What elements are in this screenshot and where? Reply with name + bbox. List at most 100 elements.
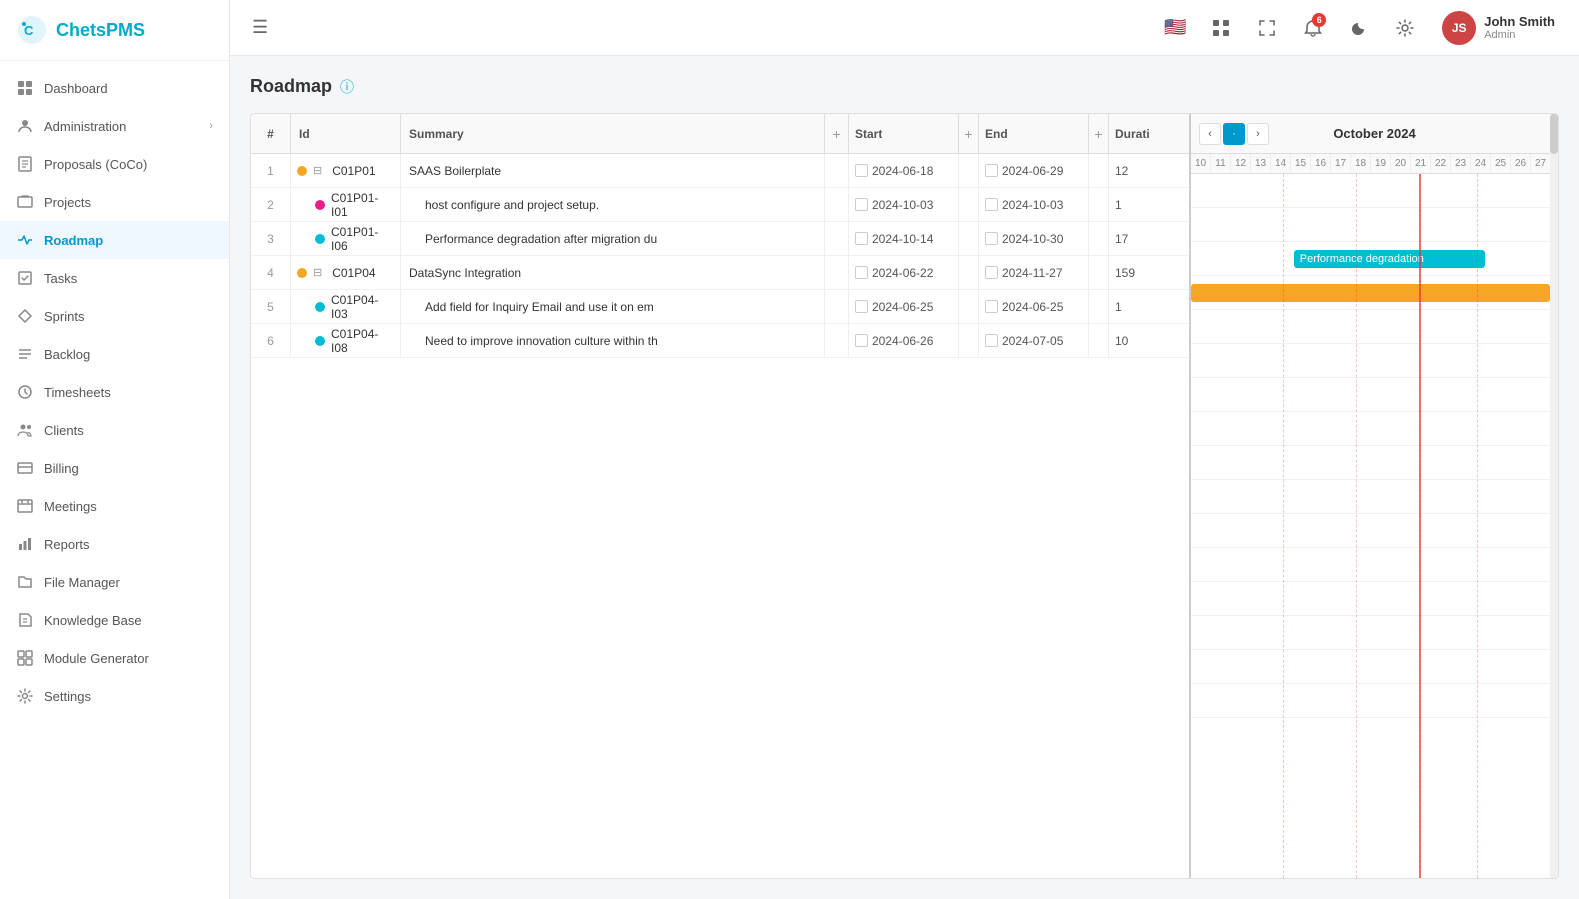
gantt-day-cell: 21 xyxy=(1411,154,1431,173)
language-selector[interactable]: 🇺🇸 xyxy=(1158,11,1192,45)
proposals-icon xyxy=(16,155,34,173)
gantt-chart-row xyxy=(1191,446,1558,480)
logo[interactable]: C ChetsPMS xyxy=(0,0,229,61)
sidebar-item-label: Settings xyxy=(44,689,213,704)
cell-add[interactable] xyxy=(825,290,849,323)
table-row[interactable]: 5 C01P04-I03 Add field for Inquiry Email… xyxy=(251,290,1189,324)
notification-badge: 6 xyxy=(1312,13,1326,27)
sidebar-item-meetings[interactable]: Meetings xyxy=(0,487,229,525)
page-title: Roadmap xyxy=(250,76,332,97)
user-profile-button[interactable]: JS John Smith Admin xyxy=(1434,7,1563,49)
table-body: 1 ⊟ C01P01 SAAS Boilerplate 2024-06-18 2… xyxy=(251,154,1189,878)
sidebar-item-sprints[interactable]: Sprints xyxy=(0,297,229,335)
sidebar-item-module-generator[interactable]: Module Generator xyxy=(0,639,229,677)
timesheets-icon xyxy=(16,383,34,401)
fullscreen-button[interactable] xyxy=(1250,11,1284,45)
sidebar-item-projects[interactable]: Projects xyxy=(0,183,229,221)
cell-summary: host configure and project setup. xyxy=(401,188,825,221)
cell-end: 2024-07-05 xyxy=(979,324,1089,357)
sidebar-item-administration[interactable]: Administration › xyxy=(0,107,229,145)
cell-summary: SAAS Boilerplate xyxy=(401,154,825,187)
table-row[interactable]: 2 C01P01-I01 host configure and project … xyxy=(251,188,1189,222)
sidebar-item-billing[interactable]: Billing xyxy=(0,449,229,487)
cell-num: 3 xyxy=(251,222,291,255)
gantt-chart-row xyxy=(1191,378,1558,412)
cell-add[interactable] xyxy=(825,256,849,289)
sidebar-item-label: Reports xyxy=(44,537,213,552)
cell-duration: 1 xyxy=(1109,188,1189,221)
table-row[interactable]: 6 C01P04-I08 Need to improve innovation … xyxy=(251,324,1189,358)
sidebar-item-label: Meetings xyxy=(44,499,213,514)
gantt-chart-row xyxy=(1191,650,1558,684)
menu-toggle-button[interactable]: ☰ xyxy=(246,11,274,44)
settings-icon xyxy=(16,687,34,705)
cell-id: C01P04-I03 xyxy=(291,290,401,323)
cell-end: 2024-10-30 xyxy=(979,222,1089,255)
gantt-day-cell: 20 xyxy=(1391,154,1411,173)
gantt-next-button[interactable]: › xyxy=(1247,123,1269,145)
gantt-chart-row: Performance degradation xyxy=(1191,242,1558,276)
sidebar-item-roadmap[interactable]: Roadmap xyxy=(0,221,229,259)
sidebar-item-label: Tasks xyxy=(44,271,213,286)
dark-mode-button[interactable] xyxy=(1342,11,1376,45)
gantt-bar-performance: Performance degradation xyxy=(1294,250,1485,268)
sidebar-item-proposals[interactable]: Proposals (CoCo) xyxy=(0,145,229,183)
gantt-today-button[interactable]: · xyxy=(1223,123,1245,145)
main-area: ☰ 🇺🇸 6 JS John Smith xyxy=(230,0,1579,899)
sidebar-item-file-manager[interactable]: File Manager xyxy=(0,563,229,601)
cell-add[interactable] xyxy=(825,154,849,187)
cell-duration: 17 xyxy=(1109,222,1189,255)
gantt-chart-row xyxy=(1191,514,1558,548)
info-icon[interactable]: ⓘ xyxy=(340,77,354,97)
cell-start-add xyxy=(959,222,979,255)
sidebar-item-settings[interactable]: Settings xyxy=(0,677,229,715)
table-row[interactable]: 3 C01P01-I06 Performance degradation aft… xyxy=(251,222,1189,256)
cell-start: 2024-10-14 xyxy=(849,222,959,255)
cell-add[interactable] xyxy=(825,324,849,357)
gantt-day-cell: 15 xyxy=(1291,154,1311,173)
module-icon xyxy=(16,649,34,667)
gantt-chart-row xyxy=(1191,548,1558,582)
admin-icon xyxy=(16,117,34,135)
cell-start: 2024-06-25 xyxy=(849,290,959,323)
gantt-day-cell: 16 xyxy=(1311,154,1331,173)
cell-add[interactable] xyxy=(825,188,849,221)
header-settings-button[interactable] xyxy=(1388,11,1422,45)
billing-icon xyxy=(16,459,34,477)
table-row[interactable]: 4 ⊟ C01P04 DataSync Integration 2024-06-… xyxy=(251,256,1189,290)
user-info: John Smith Admin xyxy=(1484,14,1555,41)
sidebar-item-knowledge-base[interactable]: Knowledge Base xyxy=(0,601,229,639)
sidebar-item-timesheets[interactable]: Timesheets xyxy=(0,373,229,411)
cell-num: 2 xyxy=(251,188,291,221)
gantt-scrollbar-thumb xyxy=(1550,114,1558,154)
gantt-prev-button[interactable]: ‹ xyxy=(1199,123,1221,145)
cell-start: 2024-06-18 xyxy=(849,154,959,187)
cell-id: ⊟ C01P01 xyxy=(291,154,401,187)
sidebar-item-label: Backlog xyxy=(44,347,213,362)
apps-button[interactable] xyxy=(1204,11,1238,45)
col-start-add[interactable]: + xyxy=(959,114,979,153)
notifications-button[interactable]: 6 xyxy=(1296,11,1330,45)
cell-summary: Add field for Inquiry Email and use it o… xyxy=(401,290,825,323)
cell-end: 2024-06-25 xyxy=(979,290,1089,323)
col-end-add[interactable]: + xyxy=(1089,114,1109,153)
gantt-chart-row xyxy=(1191,310,1558,344)
sidebar-item-clients[interactable]: Clients xyxy=(0,411,229,449)
col-header-summary: Summary xyxy=(401,114,825,153)
col-add-button[interactable]: + xyxy=(825,114,849,153)
gantt-chart-body: Performance degradation xyxy=(1191,174,1558,878)
sidebar-item-tasks[interactable]: Tasks xyxy=(0,259,229,297)
table-row[interactable]: 1 ⊟ C01P01 SAAS Boilerplate 2024-06-18 2… xyxy=(251,154,1189,188)
sidebar-item-label: File Manager xyxy=(44,575,213,590)
gantt-scrollbar[interactable] xyxy=(1550,114,1558,878)
gantt-guide-line xyxy=(1419,174,1420,878)
cell-end-add xyxy=(1089,222,1109,255)
cell-add[interactable] xyxy=(825,222,849,255)
header: ☰ 🇺🇸 6 JS John Smith xyxy=(230,0,1579,56)
sidebar-item-backlog[interactable]: Backlog xyxy=(0,335,229,373)
clients-icon xyxy=(16,421,34,439)
gantt-nav: ‹ · › xyxy=(1199,123,1269,145)
gantt-guide-line xyxy=(1477,174,1478,878)
sidebar-item-reports[interactable]: Reports xyxy=(0,525,229,563)
sidebar-item-dashboard[interactable]: Dashboard xyxy=(0,69,229,107)
